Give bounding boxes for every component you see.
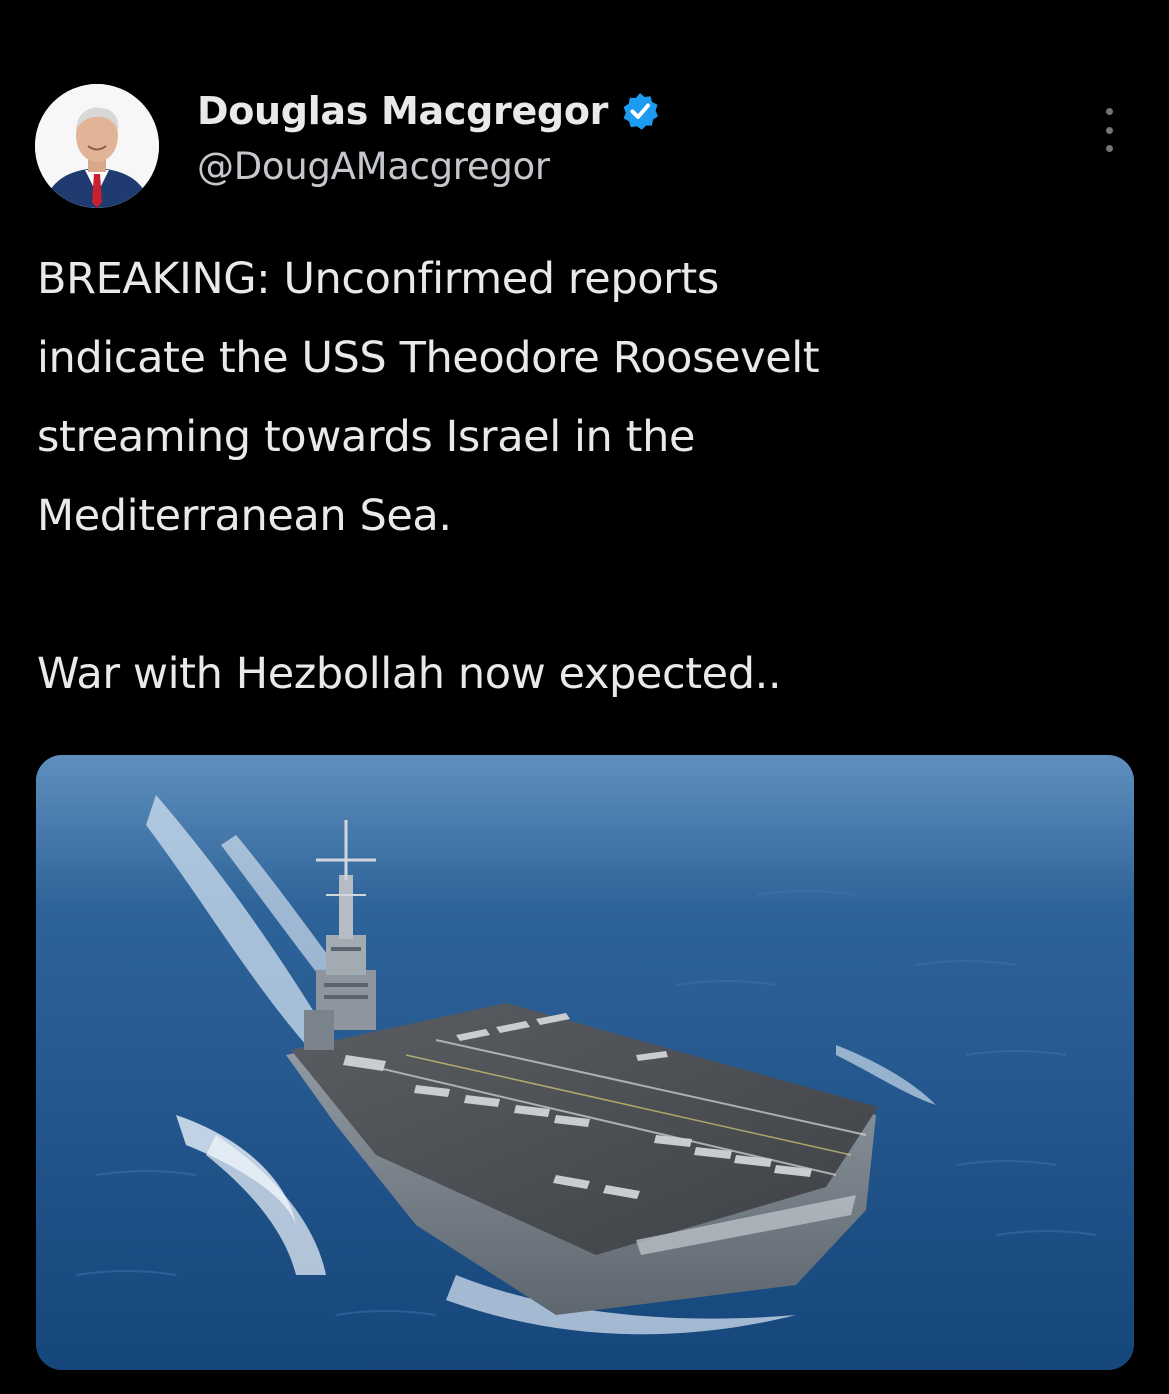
tweet-text-line: Mediterranean Sea.	[37, 491, 452, 541]
more-dot	[1105, 145, 1113, 152]
profile-photo-icon	[35, 84, 159, 208]
avatar[interactable]	[35, 84, 159, 208]
verified-badge-icon[interactable]	[620, 91, 660, 131]
more-dot	[1105, 108, 1113, 115]
tweet: Douglas Macgregor @DougAMacgregor BREAKI…	[0, 0, 1169, 1394]
tweet-text-line: streaming towards Israel in the	[37, 412, 696, 462]
tweet-text-line: War with Hezbollah now expected..	[37, 649, 782, 699]
more-dot	[1105, 126, 1113, 134]
author-display-name[interactable]: Douglas Macgregor	[197, 89, 608, 133]
tweet-media-photo[interactable]	[36, 755, 1134, 1370]
aircraft-carrier-image	[36, 755, 1134, 1370]
tweet-text-line: indicate the USS Theodore Roosevelt	[37, 333, 820, 383]
tweet-text: BREAKING: Unconfirmed reports indicate t…	[37, 240, 1127, 714]
more-options-icon[interactable]	[1096, 108, 1122, 152]
author-name-row: Douglas Macgregor	[197, 86, 660, 136]
tweet-text-line: BREAKING: Unconfirmed reports	[37, 254, 719, 304]
author-handle[interactable]: @DougAMacgregor	[197, 145, 550, 188]
